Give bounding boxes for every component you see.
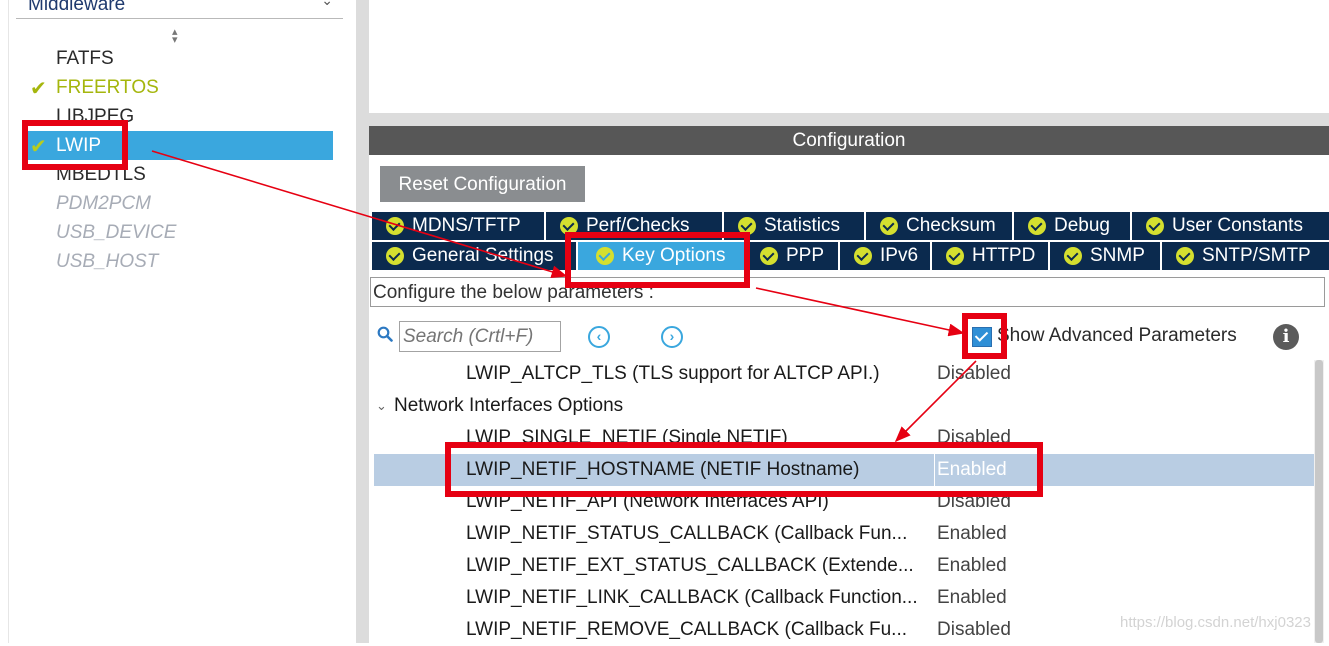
info-icon[interactable]: i bbox=[1273, 324, 1299, 350]
sidebar-item-fatfs[interactable]: FATFS bbox=[26, 44, 333, 73]
tab-label: SNMP bbox=[1090, 245, 1145, 266]
tab-label: Checksum bbox=[906, 215, 996, 236]
annotation-box-lwip bbox=[22, 120, 128, 170]
tab-label: User Constants bbox=[1172, 215, 1303, 236]
tab-label: IPv6 bbox=[880, 245, 919, 266]
tab-label: SNTP/SMTP bbox=[1202, 245, 1311, 266]
horizontal-splitter[interactable] bbox=[369, 113, 1329, 126]
check-circle-icon bbox=[1028, 217, 1046, 235]
tab-httpd[interactable]: HTTPD bbox=[932, 242, 1050, 270]
sort-icon[interactable]: ▴ ▾ bbox=[172, 27, 178, 46]
parameter-name: LWIP_NETIF_EXT_STATUS_CALLBACK (Extende.… bbox=[466, 555, 914, 576]
check-circle-icon bbox=[760, 247, 778, 265]
check-circle-icon bbox=[386, 247, 404, 265]
parameter-name: LWIP_NETIF_REMOVE_CALLBACK (Callback Fu.… bbox=[466, 619, 907, 640]
annotation-box-advanced-checkbox bbox=[962, 313, 1007, 359]
tab-label: PPP bbox=[786, 245, 825, 266]
search-icon[interactable] bbox=[377, 326, 393, 342]
parameter-value[interactable]: Disabled bbox=[937, 358, 1011, 390]
sidebar-item-usb-device[interactable]: USB_DEVICE bbox=[26, 218, 333, 247]
parameter-name: LWIP_NETIF_LINK_CALLBACK (Callback Funct… bbox=[466, 587, 918, 608]
sidebar-item-label: FREERTOS bbox=[56, 77, 159, 98]
chevron-down-icon[interactable]: ⌄ bbox=[376, 390, 387, 422]
sidebar-item-usb-host[interactable]: USB_HOST bbox=[26, 247, 333, 276]
parameter-row[interactable]: LWIP_NETIF_LINK_CALLBACK (Callback Funct… bbox=[374, 582, 1314, 614]
tab-checksum[interactable]: Checksum bbox=[866, 212, 1014, 240]
reset-configuration-button[interactable]: Reset Configuration bbox=[380, 166, 585, 202]
check-circle-icon bbox=[880, 217, 898, 235]
tab-label: HTTPD bbox=[972, 245, 1036, 266]
check-circle-icon bbox=[1176, 247, 1194, 265]
parameter-value[interactable]: Disabled bbox=[937, 614, 1011, 646]
vertical-splitter[interactable] bbox=[356, 0, 369, 643]
check-icon: ✔ bbox=[30, 78, 47, 100]
previous-result-icon[interactable]: ‹ bbox=[588, 326, 610, 348]
sidebar-item-freertos[interactable]: ✔ FREERTOS bbox=[26, 73, 333, 102]
sidebar-item-pdm2pcm[interactable]: PDM2PCM bbox=[26, 189, 333, 218]
show-advanced-label: Show Advanced Parameters bbox=[997, 325, 1237, 346]
tab-ppp[interactable]: PPP bbox=[746, 242, 840, 270]
sidebar-item-label: USB_HOST bbox=[56, 251, 159, 272]
check-circle-icon bbox=[386, 217, 404, 235]
tab-debug[interactable]: Debug bbox=[1014, 212, 1132, 240]
tab-label: MDNS/TFTP bbox=[412, 215, 521, 236]
sidebar-border bbox=[8, 0, 9, 643]
scrollbar-thumb[interactable] bbox=[1315, 360, 1323, 643]
tab-label: General Settings bbox=[412, 245, 554, 266]
category-header[interactable]: Middleware ⌄ bbox=[16, 0, 343, 19]
parameter-row[interactable]: LWIP_ALTCP_TLS (TLS support for ALTCP AP… bbox=[374, 358, 1314, 390]
tab-ipv6[interactable]: IPv6 bbox=[840, 242, 932, 270]
description-box: Configure the below parameters : bbox=[370, 277, 1325, 307]
annotation-box-key-options bbox=[565, 232, 750, 288]
tab-mdns-tftp[interactable]: MDNS/TFTP bbox=[372, 212, 546, 240]
check-circle-icon bbox=[1146, 217, 1164, 235]
watermark: https://blog.csdn.net/hxj0323 bbox=[1120, 614, 1311, 631]
configuration-header: Configuration bbox=[369, 126, 1329, 155]
parameter-row[interactable]: LWIP_NETIF_STATUS_CALLBACK (Callback Fun… bbox=[374, 518, 1314, 550]
check-circle-icon bbox=[946, 247, 964, 265]
middleware-sidebar: Middleware ⌄ ▴ ▾ FATFS ✔ FREERTOS LIBJPEG… bbox=[0, 0, 356, 643]
sidebar-item-label: PDM2PCM bbox=[56, 193, 152, 214]
sidebar-item-label: USB_DEVICE bbox=[56, 222, 177, 243]
annotation-box-netif-hostname bbox=[445, 442, 1043, 497]
chevron-down-icon[interactable]: ⌄ bbox=[321, 0, 333, 9]
parameter-name: LWIP_NETIF_STATUS_CALLBACK (Callback Fun… bbox=[466, 523, 908, 544]
check-circle-icon bbox=[1064, 247, 1082, 265]
tab-label: Statistics bbox=[764, 215, 841, 236]
parameter-value[interactable]: Enabled bbox=[937, 550, 1007, 582]
category-header-label: Middleware bbox=[28, 0, 126, 15]
tab-general-settings[interactable]: General Settings bbox=[372, 242, 578, 270]
search-input[interactable] bbox=[399, 321, 561, 352]
check-circle-icon bbox=[854, 247, 872, 265]
tab-label: Debug bbox=[1054, 215, 1110, 236]
tab-user-constants[interactable]: User Constants bbox=[1132, 212, 1329, 240]
group-label: Network Interfaces Options bbox=[394, 395, 624, 416]
sidebar-item-label: FATFS bbox=[56, 48, 114, 69]
tab-snmp[interactable]: SNMP bbox=[1050, 242, 1162, 270]
tab-sntp-smtp[interactable]: SNTP/SMTP bbox=[1162, 242, 1329, 270]
parameter-row[interactable]: LWIP_NETIF_EXT_STATUS_CALLBACK (Extende.… bbox=[374, 550, 1314, 582]
parameter-value[interactable]: Enabled bbox=[937, 518, 1007, 550]
parameter-value[interactable]: Enabled bbox=[937, 582, 1007, 614]
parameter-name: LWIP_ALTCP_TLS (TLS support for ALTCP AP… bbox=[466, 363, 880, 384]
mode-panel bbox=[369, 0, 1329, 113]
parameter-list: LWIP_ALTCP_TLS (TLS support for ALTCP AP… bbox=[374, 358, 1314, 643]
next-result-icon[interactable]: › bbox=[661, 326, 683, 348]
